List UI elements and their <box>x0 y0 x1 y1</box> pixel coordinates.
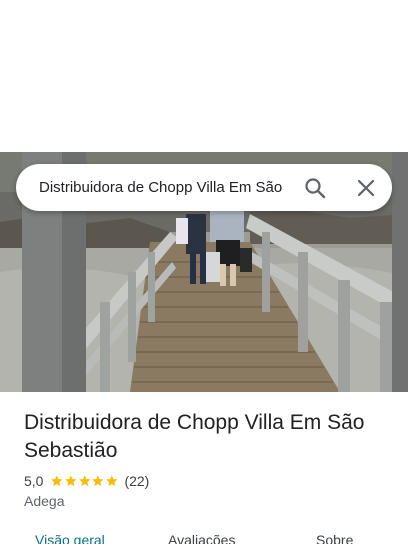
tab-overview[interactable]: Visão geral <box>35 532 105 544</box>
map-blank-area <box>0 0 408 152</box>
place-category[interactable]: Adega <box>24 493 64 509</box>
search-input[interactable]: Distribuidora de Chopp Villa Em São <box>39 178 291 197</box>
tab-reviews[interactable]: Avaliações <box>168 532 235 544</box>
close-icon[interactable] <box>354 176 378 200</box>
star-icon <box>92 475 104 487</box>
place-title: Distribuidora de Chopp Villa Em São Seba… <box>24 411 365 462</box>
review-count[interactable]: (22) <box>124 473 149 489</box>
star-icon <box>51 475 63 487</box>
star-icon <box>65 475 77 487</box>
star-icon <box>105 475 118 487</box>
search-icon[interactable] <box>303 176 327 200</box>
rating-value: 5,0 <box>24 473 44 489</box>
place-tabs: Visão geral Avaliações Sobre <box>0 528 408 544</box>
rating-stars <box>50 474 118 488</box>
search-bar[interactable]: Distribuidora de Chopp Villa Em São <box>16 164 392 211</box>
star-icon <box>78 475 91 487</box>
tab-about[interactable]: Sobre <box>316 532 353 544</box>
rating-row[interactable]: 5,0 (22) <box>24 471 149 491</box>
